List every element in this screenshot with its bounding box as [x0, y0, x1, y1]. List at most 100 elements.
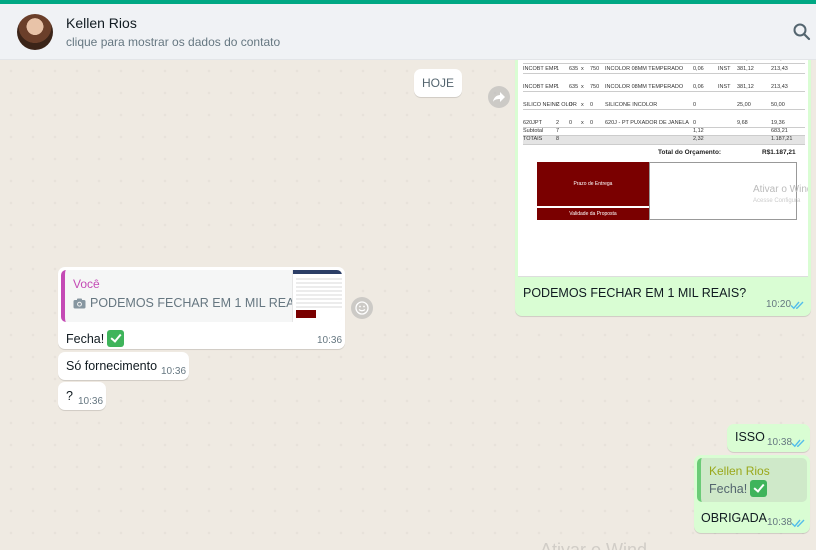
- document-table-cell: x: [581, 102, 584, 108]
- document-table-cell: INCOBT EMP: [523, 84, 558, 90]
- quoted-text: Fecha!: [709, 481, 748, 496]
- document-table-cell: 9,68: [737, 120, 748, 126]
- document-table-cell: SILICONE INCOLOR: [605, 102, 658, 108]
- document-table-cell: KITPIA1 50FT: [523, 60, 558, 62]
- message-time: 10:20: [766, 299, 792, 310]
- document-table-cell: 1.187,21: [771, 136, 793, 142]
- document-table-cell: 635: [569, 66, 579, 72]
- message-text: Fecha!: [66, 331, 105, 346]
- document-table-cell: 620JPT: [523, 120, 542, 126]
- document-table-cell: 381,12: [737, 66, 754, 72]
- delivery-block: Prazo de Entrega: [537, 162, 649, 206]
- document-table-row: INCOBT EMP 1 635 x 750 INCOLOR 08MM TEMPERADO…: [523, 84, 805, 92]
- document-table-row: INCOBT EMP 1 635 x 750 INCOLOR 08MM TEMPERADO…: [523, 66, 805, 74]
- message-time: 10:38: [767, 437, 793, 448]
- outgoing-reply-message[interactable]: Kellen Rios Fecha! OBRIGADA 10:38: [694, 455, 810, 533]
- image-message[interactable]: KITPIA1 50FT10x0KIT PIA 150 X 120 PRETO0…: [515, 60, 811, 316]
- document-table-row: Subtotal 7 1,12 683,21: [523, 128, 805, 136]
- document-table-row: SILICO NEINC OLOR 2 0 x 0 SILICONE INCOLOR 0 25…: [523, 102, 805, 110]
- message-text: Só fornecimento: [66, 359, 158, 373]
- document-table-cell: 0: [569, 120, 573, 126]
- check-mark-emoji-icon: [107, 330, 125, 347]
- document-table-cell: INST: [718, 66, 731, 72]
- incoming-message[interactable]: ? 10:36: [58, 382, 106, 410]
- read-ticks-icon: [791, 519, 805, 528]
- document-table-cell: 187,00: [737, 60, 754, 62]
- quote-document-image[interactable]: KITPIA1 50FT10x0KIT PIA 150 X 120 PRETO0…: [518, 60, 808, 277]
- document-table-cell: 19,36: [771, 120, 785, 126]
- chat-header[interactable]: Kellen Rios clique para mostrar os dados…: [0, 4, 816, 60]
- document-total-value: R$1.187,21: [762, 149, 796, 156]
- incoming-message[interactable]: Só fornecimento 10:36: [58, 352, 189, 380]
- document-table-row: KITPIA1 50FT1 0 x 0 KIT PIA 150 X 120 PRETO 0…: [523, 60, 805, 64]
- document-table-cell: 1: [556, 66, 560, 72]
- quoted-message[interactable]: Você PODEMOS FECHAR EM 1 MIL REAIS?: [61, 270, 342, 322]
- document-table-cell: 1,12: [693, 128, 704, 134]
- message-time: 10:38: [767, 517, 793, 528]
- activation-watermark-sub: Acesse Configura: [753, 198, 801, 204]
- document-table-cell: 750: [590, 84, 600, 90]
- document-table-cell: KIT PIA 150 X 120 PRETO: [605, 60, 671, 62]
- document-table-row: 620JPT 2 0 x 0 620J - PT PUXADOR DE JANELA 0 9,…: [523, 120, 805, 128]
- document-table-cell: 2: [556, 120, 560, 126]
- quoted-message[interactable]: Kellen Rios Fecha!: [697, 458, 807, 502]
- camera-icon: [73, 298, 86, 308]
- document-table-cell: 2,32: [693, 136, 704, 142]
- quoted-author: Kellen Rios: [709, 464, 770, 478]
- message-text-row: Fecha!: [66, 330, 125, 347]
- document-table-cell: x: [581, 120, 584, 126]
- document-table-cell: 8: [556, 136, 560, 142]
- incoming-reply-message[interactable]: Você PODEMOS FECHAR EM 1 MIL REAIS? Fech…: [58, 267, 345, 349]
- forward-icon[interactable]: [488, 86, 510, 108]
- read-ticks-icon: [791, 439, 805, 448]
- document-table-cell: 0,06: [693, 66, 704, 72]
- document-table-cell: Subtotal: [523, 128, 544, 134]
- message-time: 10:36: [317, 335, 343, 346]
- document-table-cell: 750: [590, 66, 600, 72]
- contact-name[interactable]: Kellen Rios: [66, 15, 137, 31]
- read-ticks-icon: [790, 301, 804, 310]
- activation-watermark: Ativar o Wind: [540, 540, 648, 550]
- search-icon[interactable]: [792, 22, 812, 42]
- document-table-cell: TOTAIS: [523, 136, 543, 142]
- quoted-text-row: PODEMOS FECHAR EM 1 MIL REAIS?: [73, 296, 313, 310]
- contact-subtitle[interactable]: clique para mostrar os dados do contato: [66, 35, 280, 49]
- document-table-cell: x: [581, 60, 584, 62]
- document-total-label: Total do Orçamento:: [658, 149, 722, 156]
- document-table-cell: 0: [590, 60, 593, 62]
- message-time: 10:36: [78, 396, 104, 407]
- day-separator: HOJE: [414, 69, 462, 97]
- message-text: ISSO: [735, 430, 765, 444]
- document-table-cell: 1: [556, 84, 560, 90]
- check-mark-emoji-icon: [750, 480, 768, 497]
- document-table-cell: 2: [556, 102, 560, 108]
- activation-watermark: Ativar o Wind: [753, 184, 808, 195]
- validity-block: Validade da Proposta: [537, 208, 649, 220]
- document-table-cell: 0: [590, 102, 594, 108]
- document-table-cell: 683,21: [771, 128, 788, 134]
- quoted-text-row: Fecha!: [709, 480, 768, 497]
- document-table-cell: 187,00: [771, 60, 788, 62]
- document-table-cell: 25,00: [737, 102, 751, 108]
- outgoing-message[interactable]: ISSO 10:38: [727, 424, 810, 452]
- document-table-cell: 213,43: [771, 66, 788, 72]
- contact-avatar[interactable]: [17, 14, 53, 50]
- message-list[interactable]: KITPIA1 50FT10x0KIT PIA 150 X 120 PRETO0…: [0, 60, 816, 550]
- quoted-author: Você: [73, 277, 100, 291]
- document-table-cell: x: [581, 84, 584, 90]
- document-table-cell: INCOLOR 08MM TEMPERADO: [605, 66, 684, 72]
- document-table-cell: x: [581, 66, 584, 72]
- quoted-image-thumbnail: [292, 270, 342, 322]
- image-caption: PODEMOS FECHAR EM 1 MIL REAIS?: [523, 286, 747, 300]
- document-table-cell: 0: [693, 60, 696, 62]
- document-table-cell: 0,06: [693, 84, 704, 90]
- document-table-cell: 7: [556, 128, 560, 134]
- document-table-cell: 0: [569, 60, 572, 62]
- document-table-cell: INCOLOR 08MM TEMPERADO: [605, 84, 684, 90]
- emoji-reaction-icon[interactable]: [351, 297, 373, 319]
- message-text: ?: [66, 389, 73, 403]
- document-table-cell: 1: [556, 60, 559, 62]
- document-table-cell: 0: [590, 120, 594, 126]
- document-table-cell: 635: [569, 84, 579, 90]
- quoted-text: PODEMOS FECHAR EM 1 MIL REAIS?: [90, 296, 314, 310]
